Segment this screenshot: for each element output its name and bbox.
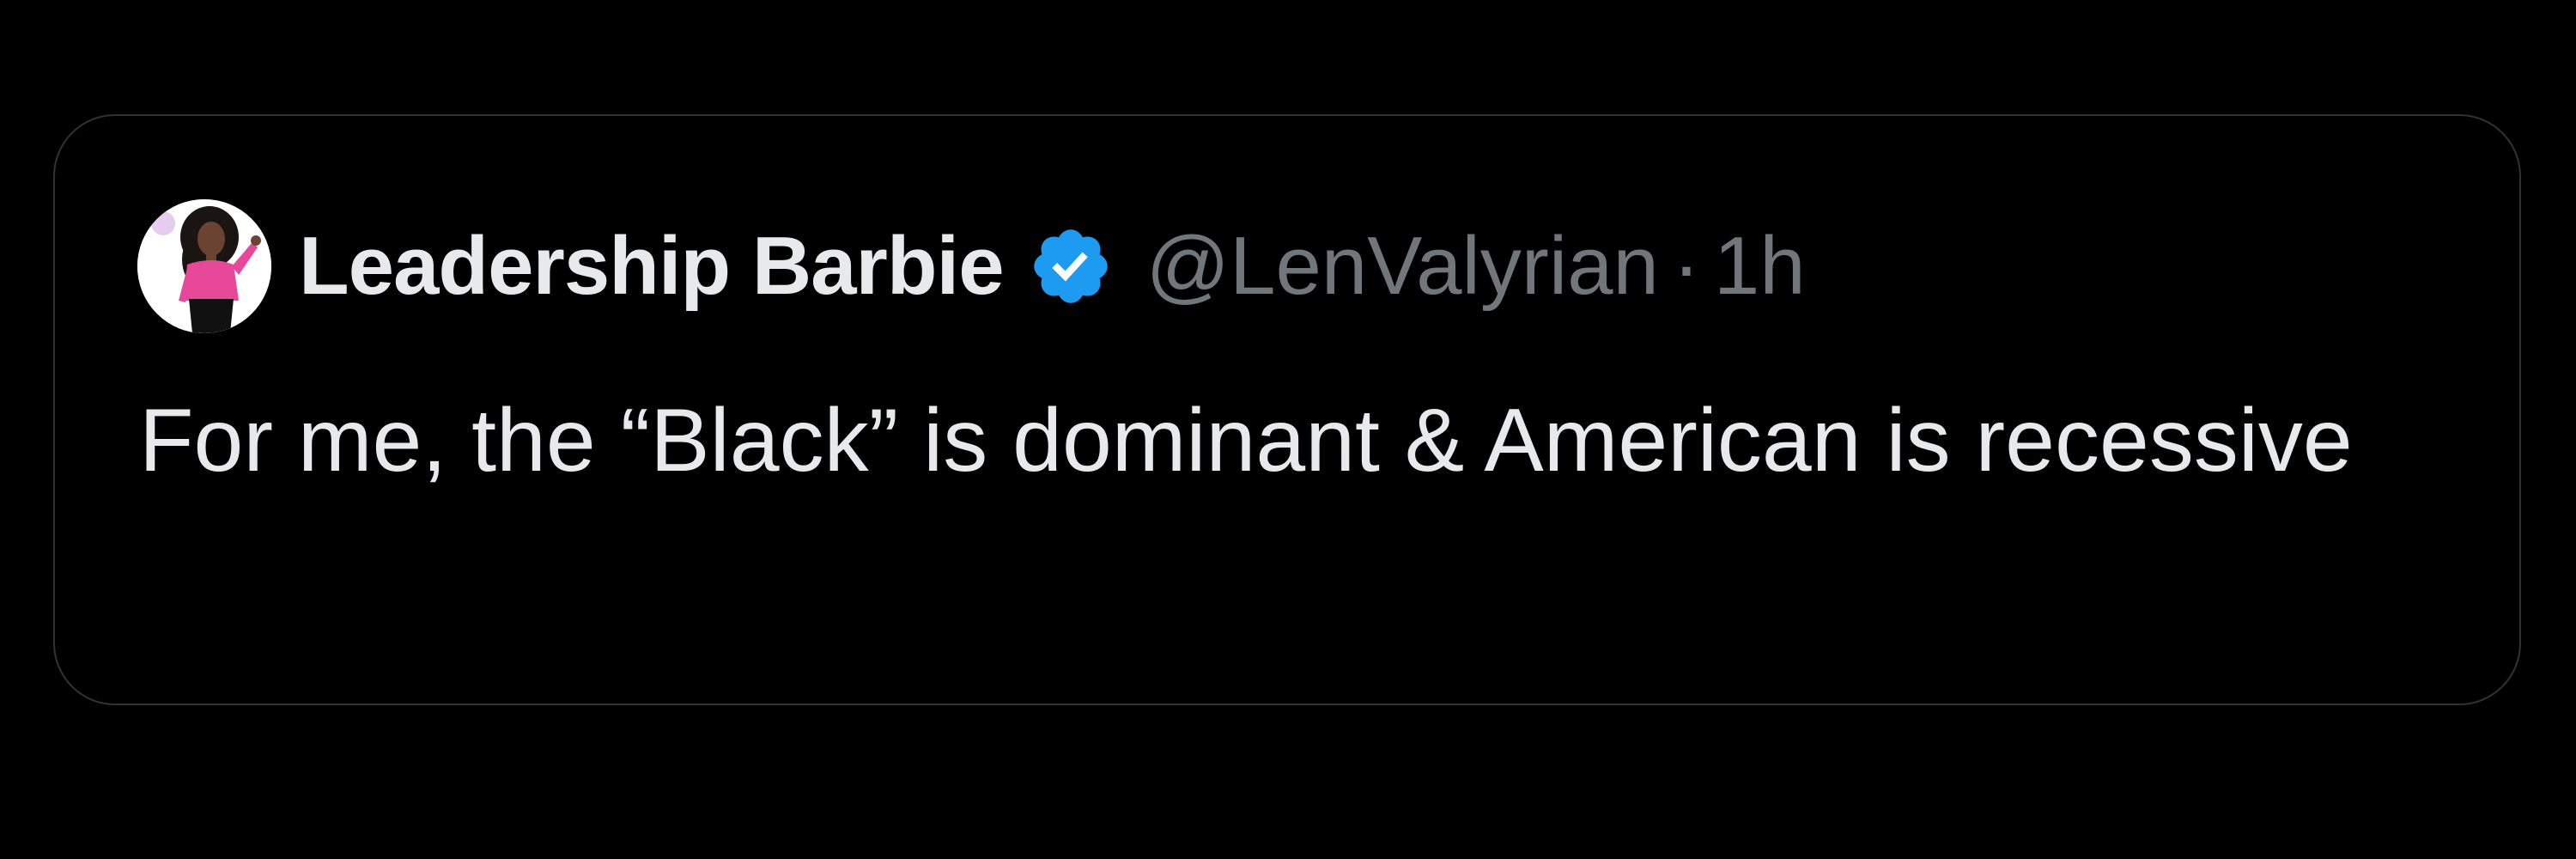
display-name[interactable]: Leadership Barbie [299, 219, 1005, 314]
tweet-header: Leadership Barbie @LenValyrian · 1h [137, 199, 1806, 333]
user-handle[interactable]: @LenValyrian [1146, 219, 1659, 314]
tweet-text: For me, the “Black” is dominant & Americ… [139, 391, 2353, 490]
timestamp[interactable]: 1h [1714, 219, 1806, 314]
avatar[interactable] [137, 199, 271, 333]
separator-dot: · [1672, 220, 1700, 312]
avatar-image [137, 199, 271, 333]
verified-badge-icon[interactable] [1028, 223, 1114, 309]
